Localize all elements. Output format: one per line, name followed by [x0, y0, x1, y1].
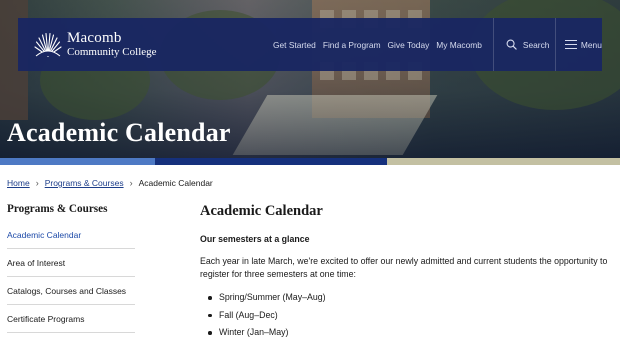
stripe-dark-blue	[155, 158, 387, 165]
hamburger-menu-icon	[564, 40, 577, 50]
main-content: Academic Calendar Our semesters at a gla…	[200, 203, 610, 343]
college-logo[interactable]: Macomb Community College	[18, 18, 273, 71]
hero-banner: Macomb Community College Get Started Fin…	[0, 0, 620, 165]
search-icon	[506, 39, 517, 50]
stripe-tan	[387, 158, 620, 165]
logo-name: Macomb	[67, 30, 122, 46]
chevron-right-icon: ›	[35, 178, 39, 188]
sidebar-item-certificate-programs[interactable]: Certificate Programs	[7, 305, 135, 333]
nav-give-today[interactable]: Give Today	[388, 40, 430, 50]
stripe-light-blue	[0, 158, 155, 165]
breadcrumb-home[interactable]: Home	[7, 178, 30, 188]
sunburst-logo-icon	[34, 32, 62, 57]
list-item: Fall (Aug–Dec)	[208, 310, 610, 328]
list-item: Winter (Jan–May)	[208, 327, 610, 343]
search-label: Search	[522, 39, 550, 50]
chevron-right-icon: ›	[129, 178, 133, 188]
sidebar-title: Programs & Courses	[7, 203, 108, 215]
nav-divider	[492, 18, 494, 71]
nav-divider	[554, 18, 556, 71]
content-title: Academic Calendar	[200, 203, 323, 219]
list-item: Spring/Summer (May–Aug)	[208, 292, 610, 310]
breadcrumb: Home › Programs & Courses › Academic Cal…	[7, 178, 213, 188]
color-stripe	[0, 158, 620, 165]
content-subheading: Our semesters at a glance	[200, 234, 310, 244]
semester-list: Spring/Summer (May–Aug) Fall (Aug–Dec) W…	[200, 292, 610, 343]
menu-label: Menu	[580, 39, 602, 50]
page-title: Academic Calendar	[7, 118, 231, 147]
sidebar-nav: Programs & Courses Academic Calendar Are…	[7, 203, 135, 333]
top-navigation-bar: Macomb Community College Get Started Fin…	[18, 18, 602, 71]
hero-walkway	[232, 95, 438, 155]
logo-wordmark: Macomb Community College	[67, 31, 157, 58]
primary-nav-links: Get Started Find a Program Give Today My…	[273, 18, 482, 71]
content-paragraph: Each year in late March, we're excited t…	[200, 256, 608, 279]
logo-subname: Community College	[67, 46, 157, 58]
sidebar-item-academic-calendar[interactable]: Academic Calendar	[7, 223, 135, 249]
search-button[interactable]: Search	[506, 39, 554, 50]
sidebar-item-area-of-interest[interactable]: Area of Interest	[7, 249, 135, 277]
breadcrumb-current: Academic Calendar	[138, 178, 213, 188]
menu-button[interactable]: Menu	[564, 39, 602, 50]
nav-get-started[interactable]: Get Started	[273, 40, 316, 50]
nav-find-a-program[interactable]: Find a Program	[323, 40, 381, 50]
sidebar-item-catalogs-courses-classes[interactable]: Catalogs, Courses and Classes	[7, 277, 135, 305]
breadcrumb-programs-courses[interactable]: Programs & Courses	[45, 178, 124, 188]
nav-my-macomb[interactable]: My Macomb	[436, 40, 482, 50]
